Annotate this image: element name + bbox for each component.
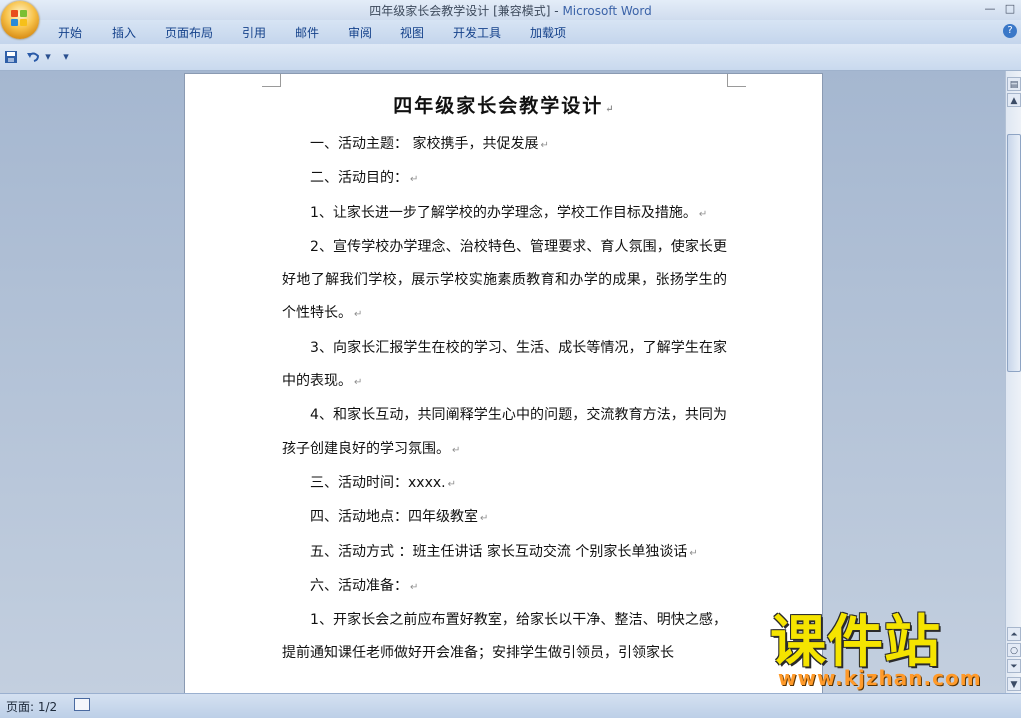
save-icon[interactable] bbox=[4, 50, 18, 64]
title-bar: 四年级家长会教学设计 [兼容模式] - Microsoft Word — □ bbox=[0, 0, 1021, 20]
restore-button[interactable]: □ bbox=[1003, 2, 1017, 16]
watermark-logo: 课件站 www.kjzhan.com bbox=[770, 612, 1010, 692]
paragraph: 五、活动方式 ：班主任讲话 家长互动交流 个别家长单独谈话 ↵ bbox=[310, 543, 698, 560]
minimize-button[interactable]: — bbox=[983, 2, 997, 16]
help-icon[interactable]: ? bbox=[1003, 24, 1017, 38]
customize-qat-icon[interactable]: ▾ bbox=[59, 50, 73, 64]
paragraph: 一、活动主题： 家校携手，共促发展 ↵ bbox=[310, 136, 549, 152]
paragraph: 3、向家长汇报学生在校的学习、生活、成长等情况，了解学生在家中的表现。 ↵ bbox=[282, 339, 727, 390]
tab-insert[interactable]: 插入 bbox=[112, 24, 136, 41]
document-body[interactable]: 四年级家长会教学设计 ↵ 一、活动主题： 家校携手，共促发展 ↵ 二、活动目的： ↵ … bbox=[282, 88, 727, 671]
quick-access-toolbar: ▾ ▾ bbox=[0, 44, 1021, 71]
tab-mailings[interactable]: 邮件 bbox=[295, 24, 319, 41]
tab-home[interactable]: 开始 bbox=[58, 24, 82, 41]
watermark-url: www.kjzhan.com bbox=[778, 666, 982, 690]
undo-dropdown-icon[interactable]: ▾ bbox=[41, 50, 55, 64]
document-title: 四年级家长会教学设计 ↵ bbox=[393, 95, 616, 117]
tab-review[interactable]: 审阅 bbox=[348, 24, 372, 41]
tab-developer[interactable]: 开发工具 bbox=[453, 24, 501, 41]
tab-references[interactable]: 引用 bbox=[242, 24, 266, 41]
ruler-toggle-icon[interactable]: ▤ bbox=[1007, 77, 1021, 91]
tab-page-layout[interactable]: 页面布局 bbox=[165, 24, 213, 41]
document-page[interactable]: 四年级家长会教学设计 ↵ 一、活动主题： 家校携手，共促发展 ↵ 二、活动目的： ↵ … bbox=[185, 74, 822, 693]
office-logo-icon bbox=[11, 10, 29, 28]
margin-corner-mark bbox=[727, 74, 746, 87]
tab-addins[interactable]: 加载项 bbox=[530, 24, 566, 41]
paragraph: 2、宣传学校办学理念、治校特色、管理要求、育人氛围，使家长更好地了解我们学校，展… bbox=[282, 238, 727, 322]
page-indicator[interactable]: 页面: 1/2 bbox=[6, 698, 57, 715]
office-button[interactable] bbox=[1, 1, 39, 39]
scroll-thumb[interactable] bbox=[1007, 134, 1021, 372]
undo-icon[interactable] bbox=[26, 50, 40, 64]
margin-corner-mark bbox=[262, 74, 281, 87]
document-name: 四年级家长会教学设计 [兼容模式] bbox=[369, 4, 551, 18]
status-bar: 页面: 1/2 bbox=[0, 693, 1021, 718]
window-title: 四年级家长会教学设计 [兼容模式] - Microsoft Word bbox=[0, 2, 1021, 19]
scroll-up-icon[interactable]: ▲ bbox=[1007, 93, 1021, 107]
paragraph: 4、和家长互动，共同阐释学生心中的问题，交流教育方法，共同为孩子创建良好的学习氛… bbox=[282, 407, 727, 457]
app-name: Microsoft Word bbox=[562, 4, 652, 18]
proofing-icon[interactable] bbox=[74, 698, 90, 711]
tab-view[interactable]: 视图 bbox=[400, 24, 424, 41]
document-area: 四年级家长会教学设计 ↵ 一、活动主题： 家校携手，共促发展 ↵ 二、活动目的： ↵ … bbox=[0, 71, 1005, 693]
paragraph: 1、开家长会之前应布置好教室，给家长以干净、整洁、明快之感，提前通知课任老师做好… bbox=[282, 612, 727, 662]
paragraph: 三、活动时间：xxxx. ↵ bbox=[310, 474, 456, 491]
paragraph: 二、活动目的： ↵ bbox=[310, 170, 419, 187]
paragraph: 1、让家长进一步了解学校的办学理念，学校工作目标及措施。 ↵ bbox=[310, 204, 708, 221]
paragraph: 六、活动准备： ↵ bbox=[310, 577, 419, 594]
title-separator: - bbox=[550, 4, 563, 18]
ribbon-tabs: 开始 插入 页面布局 引用 邮件 审阅 视图 开发工具 加载项 bbox=[0, 20, 1021, 44]
vertical-scrollbar[interactable]: ▤ ▲ ⏶ ○ ⏷ ▼ bbox=[1005, 71, 1021, 693]
paragraph: 四、活动地点：四年级教室 ↵ bbox=[310, 509, 489, 526]
watermark-text: 课件站 bbox=[770, 610, 941, 675]
